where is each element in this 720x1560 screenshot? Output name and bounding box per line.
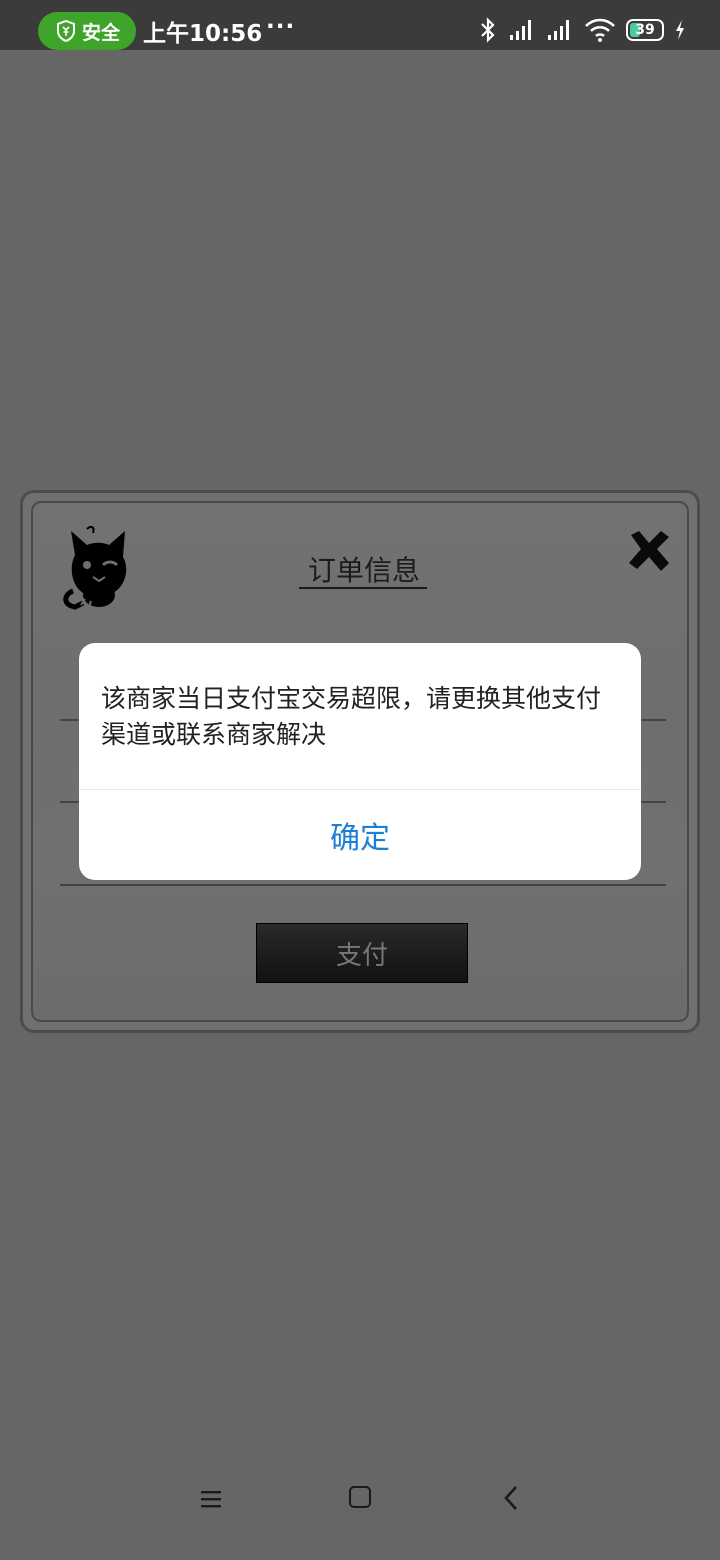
battery-icon: 39 [626, 19, 664, 41]
close-icon[interactable] [625, 527, 673, 575]
battery-level: 39 [635, 22, 655, 38]
status-time: 上午10:56 [143, 21, 263, 47]
navigation-bar [0, 1470, 720, 1560]
pay-button[interactable]: 支付 [256, 923, 468, 983]
wifi-icon [585, 18, 615, 42]
security-badge-label: 安全 [82, 21, 121, 44]
status-bar: 安全 上午10:56 ··· 39 [0, 0, 720, 50]
signal-icon [548, 20, 569, 40]
order-title: 订单信息 [307, 554, 420, 587]
menu-icon[interactable] [200, 1488, 222, 1510]
status-icons: 39 [478, 16, 686, 44]
back-icon[interactable] [500, 1484, 522, 1512]
dialog-message: 该商家当日支付宝交易超限，请更换其他支付渠道或联系商家解决 [101, 684, 602, 749]
security-badge[interactable]: 安全 [38, 12, 136, 50]
shield-icon [57, 20, 75, 42]
more-notifications-icon: ··· [266, 14, 296, 40]
bluetooth-icon [481, 17, 495, 43]
cat-logo [63, 525, 127, 610]
title-underline [299, 587, 427, 589]
alert-dialog: 该商家当日支付宝交易超限，请更换其他支付渠道或联系商家解决 确定 [79, 643, 641, 880]
charging-icon [676, 20, 684, 40]
signal-icon [510, 20, 531, 40]
field-divider [60, 884, 666, 886]
home-icon[interactable] [349, 1486, 371, 1508]
confirm-button[interactable]: 确定 [79, 790, 641, 880]
